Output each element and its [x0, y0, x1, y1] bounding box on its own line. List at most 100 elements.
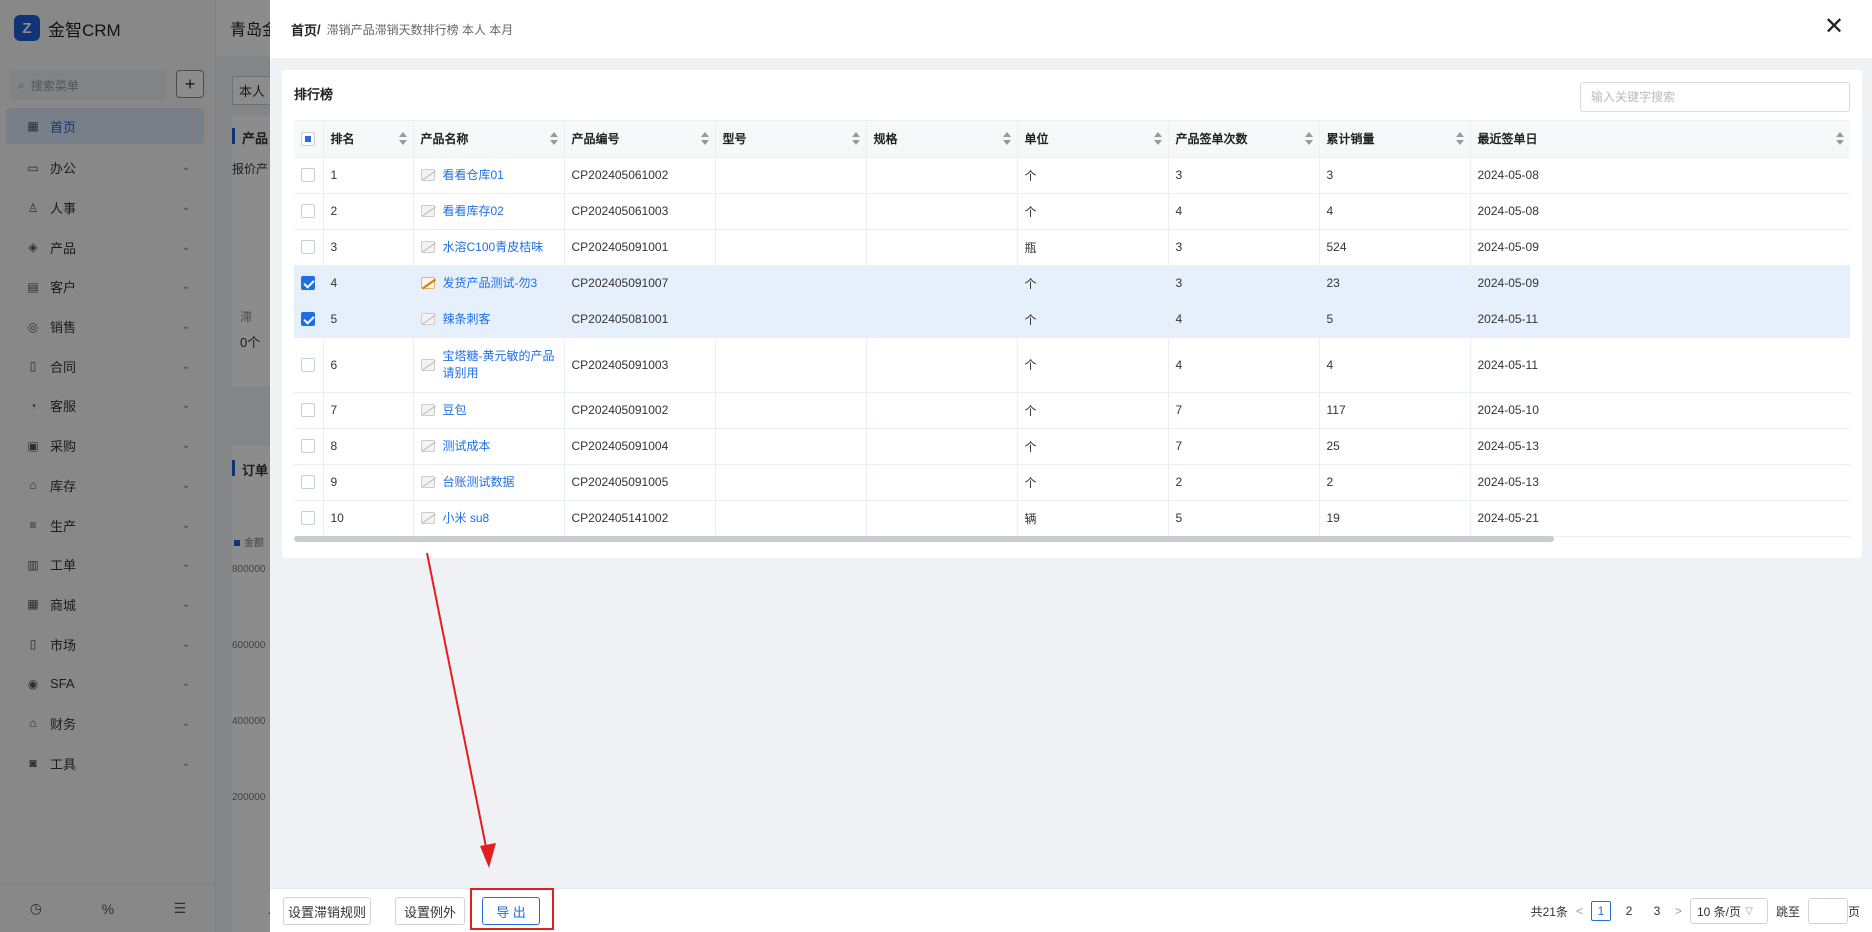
next-page-icon[interactable]: >	[1675, 904, 1682, 918]
table-row[interactable]: 3 水溶C100青皮桔味 CP202405091001 瓶 3 524 2024-05-09	[294, 229, 1850, 266]
cell-unit: 个	[1017, 337, 1169, 393]
sort-icon[interactable]	[1153, 132, 1162, 146]
sort-icon[interactable]	[700, 132, 709, 146]
product-name-link[interactable]: 辣条刺客	[443, 311, 491, 328]
page-size-value: 10 条/页	[1696, 904, 1741, 919]
keyword-search-input[interactable]	[1580, 82, 1850, 112]
column-header[interactable]: 产品编号	[564, 121, 716, 158]
table-row[interactable]: 8 测试成本 CP202405091004 个 7 25 2024-05-13	[294, 428, 1850, 465]
column-header[interactable]: 型号	[715, 121, 867, 158]
prev-page-icon[interactable]: <	[1576, 904, 1583, 918]
cell-date: 2024-05-13	[1470, 428, 1850, 465]
image-placeholder-icon	[420, 440, 435, 452]
row-checkbox[interactable]	[301, 204, 315, 219]
product-name-link[interactable]: 台账测试数据	[443, 474, 515, 491]
column-header[interactable]: 产品名称	[413, 121, 565, 158]
column-header[interactable]: 产品签单次数	[1168, 121, 1320, 158]
horizontal-scrollbar[interactable]	[294, 536, 1554, 542]
table-row[interactable]: 5 辣条刺客 CP202405081001 个 4 5 2024-05-11	[294, 301, 1850, 338]
table-row[interactable]: 9 台账测试数据 CP202405091005 个 2 2 2024-05-13	[294, 464, 1850, 501]
product-name-cell: 看看库存02	[420, 203, 557, 220]
cell-sales: 4	[1319, 193, 1471, 230]
sort-icon[interactable]	[1002, 132, 1011, 146]
select-all-checkbox[interactable]	[301, 132, 315, 147]
table-row[interactable]: 4 发货产品测试-勿3 CP202405091007 个 3 23 2024-05-09	[294, 265, 1850, 302]
row-checkbox[interactable]	[301, 511, 315, 526]
cell-rank: 7	[323, 392, 414, 429]
column-header[interactable]: 规格	[866, 121, 1018, 158]
row-checkbox[interactable]	[301, 168, 315, 183]
table-row[interactable]: 10 小米 su8 CP202405141002 辆 5 19 2024-05-21	[294, 500, 1850, 537]
cell-name: 发货产品测试-勿3	[413, 265, 565, 302]
image-placeholder-icon	[420, 512, 435, 524]
cell-name: 辣条刺客	[413, 301, 565, 338]
close-icon[interactable]: ✕	[1822, 15, 1846, 40]
row-checkbox[interactable]	[301, 276, 315, 291]
cell-model	[715, 392, 867, 429]
cell-count: 3	[1168, 265, 1320, 302]
product-name-link[interactable]: 小米 su8	[443, 510, 490, 527]
cell-rank: 6	[323, 337, 414, 393]
breadcrumb-home[interactable]: 首页	[291, 20, 317, 39]
cell-spec	[866, 392, 1018, 429]
cell-model	[715, 464, 867, 501]
total-count: 共21条	[1530, 904, 1568, 919]
table-row[interactable]: 6 宝塔糖-黄元敏的产品请别用 CP202405091003 个 4 4 2024-05-1…	[294, 337, 1850, 393]
page-number[interactable]: 2	[1619, 901, 1639, 921]
cell-count: 7	[1168, 428, 1320, 465]
product-name-cell: 看看仓库01	[420, 167, 557, 184]
row-checkbox[interactable]	[301, 240, 315, 255]
product-name-link[interactable]: 看看仓库01	[443, 167, 504, 184]
cell-rank: 2	[323, 193, 414, 230]
column-header[interactable]: 排名	[323, 121, 414, 158]
jump-page-input[interactable]	[1807, 898, 1848, 924]
product-name-link[interactable]: 测试成本	[443, 438, 491, 455]
product-name-link[interactable]: 发货产品测试-勿3	[443, 275, 538, 292]
cell-unit: 个	[1017, 428, 1169, 465]
page-number[interactable]: 1	[1590, 901, 1611, 921]
column-header[interactable]: 累计销量	[1319, 121, 1471, 158]
cell-date: 2024-05-09	[1470, 229, 1850, 266]
set-exception-button[interactable]: 设置例外	[395, 897, 465, 925]
product-name-cell: 台账测试数据	[420, 474, 557, 491]
column-header[interactable]: 单位	[1017, 121, 1169, 158]
cell-spec	[866, 229, 1018, 266]
row-checkbox[interactable]	[301, 312, 315, 327]
ranking-panel: 排行榜 排名 产品名称 产品编号 型号 规格 单位	[282, 70, 1862, 558]
table-row[interactable]: 7 豆包 CP202405091002 个 7 117 2024-05-10	[294, 392, 1850, 429]
product-name-link[interactable]: 看看库存02	[443, 203, 504, 220]
row-select-cell	[294, 464, 324, 501]
row-checkbox[interactable]	[301, 475, 315, 490]
row-checkbox[interactable]	[301, 439, 315, 454]
sort-icon[interactable]	[1455, 132, 1464, 146]
ranking-table: 排名 产品名称 产品编号 型号 规格 单位 产品签单次数 累计销量 最近签单日 …	[294, 120, 1850, 546]
cell-name: 宝塔糖-黄元敏的产品请别用	[413, 337, 565, 393]
column-header[interactable]: 最近签单日	[1470, 121, 1850, 158]
sort-icon[interactable]	[1304, 132, 1313, 146]
product-name-link[interactable]: 水溶C100青皮桔味	[443, 239, 544, 256]
page-number[interactable]: 3	[1647, 901, 1667, 921]
cell-name: 台账测试数据	[413, 464, 565, 501]
cell-model	[715, 337, 867, 393]
row-checkbox[interactable]	[301, 357, 315, 372]
sort-icon[interactable]	[398, 132, 407, 146]
image-placeholder-icon	[420, 404, 435, 416]
sort-icon[interactable]	[851, 132, 860, 146]
page-size-select[interactable]: 10 条/页 ▽	[1689, 898, 1768, 924]
table-row[interactable]: 2 看看库存02 CP202405061003 个 4 4 2024-05-08	[294, 193, 1850, 230]
set-slow-rule-button[interactable]: 设置滞销规则	[283, 897, 371, 925]
breadcrumb-separator: /	[317, 21, 321, 37]
cell-date: 2024-05-09	[1470, 265, 1850, 302]
product-name-link[interactable]: 宝塔糖-黄元敏的产品请别用	[443, 348, 557, 382]
row-checkbox[interactable]	[301, 403, 315, 418]
cell-sales: 19	[1319, 500, 1471, 537]
cell-unit: 个	[1017, 464, 1169, 501]
table-row[interactable]: 1 看看仓库01 CP202405061002 个 3 3 2024-05-08	[294, 157, 1850, 194]
product-name-link[interactable]: 豆包	[443, 402, 467, 419]
sort-icon[interactable]	[1835, 132, 1844, 146]
panel-title: 排行榜	[294, 87, 334, 102]
sort-icon[interactable]	[549, 132, 558, 146]
cell-sales: 117	[1319, 392, 1471, 429]
cell-count: 2	[1168, 464, 1320, 501]
cell-name: 测试成本	[413, 428, 565, 465]
